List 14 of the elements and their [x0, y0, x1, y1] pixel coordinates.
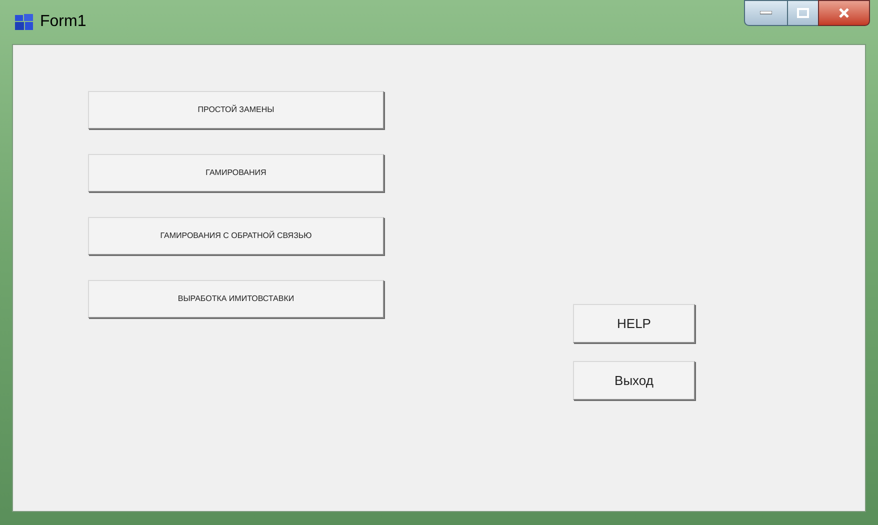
cipher-mode-button[interactable]: ГАМИРОВАНИЯ: [88, 154, 384, 192]
close-icon: [838, 7, 850, 19]
maximize-button[interactable]: [788, 0, 818, 26]
action-button[interactable]: Выход: [573, 361, 695, 400]
cipher-mode-button[interactable]: ВЫРАБОТКА ИМИТОВСТАВКИ: [88, 280, 384, 318]
minimize-icon: [760, 11, 772, 15]
maximize-icon: [797, 8, 809, 18]
minimize-button[interactable]: [744, 0, 788, 26]
window-title: Form1: [40, 12, 86, 32]
app-icon: [14, 13, 34, 31]
close-button[interactable]: [818, 0, 870, 26]
cipher-mode-button[interactable]: ПРОСТОЙ ЗАМЕНЫ: [88, 91, 384, 129]
action-button[interactable]: HELP: [573, 304, 695, 343]
cipher-mode-button[interactable]: ГАМИРОВАНИЯ С ОБРАТНОЙ СВЯЗЬЮ: [88, 217, 384, 255]
